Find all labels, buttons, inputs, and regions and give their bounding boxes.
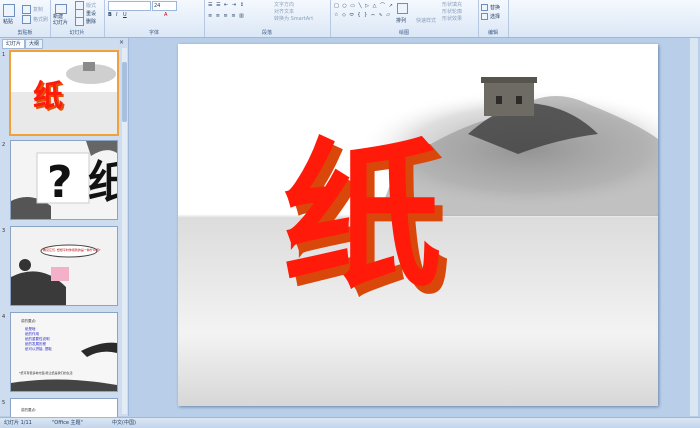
format-painter-button[interactable]: 格式刷 — [22, 15, 48, 24]
align-buttons[interactable]: ≡ ≡ ≡ ≡ ▥ — [208, 13, 245, 19]
slide-number: 3 — [2, 228, 6, 234]
brush-icon — [22, 15, 31, 24]
paste-button[interactable] — [3, 4, 17, 17]
editing-group: 替换 选择 编辑 — [478, 0, 509, 37]
slide-5-heading: 讲的要点: — [21, 408, 37, 412]
delete-button[interactable]: 删除 — [75, 17, 96, 26]
tower-window — [496, 96, 502, 104]
delete-label: 删除 — [86, 19, 97, 25]
replace-label: 替换 — [490, 5, 501, 11]
watchtower — [484, 82, 534, 116]
paragraph-group: ☰ ☰ ⇤ ⇥ ↕ ≡ ≡ ≡ ≡ ▥ 文字方向 对齐文本 转换为 SmartA… — [204, 0, 331, 37]
arrange-label: 排列 — [396, 18, 407, 24]
slide-thumbnail-3[interactable]: 看见它们, 想想平时你用到的是一种什么纸? — [10, 226, 118, 306]
bold-button[interactable]: B — [108, 12, 112, 18]
select-icon — [481, 13, 488, 20]
font-label: 字体 — [148, 30, 159, 36]
new-slide-button[interactable] — [55, 4, 69, 14]
new-slide-label: 新建 幻灯片 — [53, 14, 69, 26]
slides-group: 新建 幻灯片 版式 重设 删除 幻灯片 — [50, 0, 105, 37]
replace-button[interactable]: 替换 — [481, 4, 500, 11]
thumbnail-scrollbar[interactable] — [122, 48, 127, 414]
list-buttons[interactable]: ☰ ☰ ⇤ ⇥ ↕ — [208, 2, 245, 8]
shapes-gallery[interactable]: □ ○ ▭ ╲ ▷ △ ⌒ ↗ — [334, 2, 394, 9]
tower-window — [516, 96, 522, 104]
drawing-group: □ ○ ▭ ╲ ▷ △ ⌒ ↗ ☆ ◇ ⬭ { } ⌒ ∿ ▱ 排列 快速样式 … — [330, 0, 479, 37]
watchtower-top — [481, 77, 537, 83]
paste-icon — [3, 4, 15, 17]
shape-effects-button[interactable]: 形状效果 — [442, 15, 462, 22]
clipboard-label: 剪贴板 — [17, 30, 33, 36]
shapes-gallery-row2[interactable]: ☆ ◇ ⬭ { } ⌒ ∿ ▱ — [334, 12, 391, 18]
slide-1-main-art: 纸 纸 — [282, 77, 658, 318]
copy-icon — [22, 5, 31, 14]
slides-pane: 幻灯片 大纲 × 1 纸 纸 2 ? 纸 3 看见它们, 想想平时你用到 — [0, 38, 129, 418]
slide-number: 5 — [2, 400, 6, 406]
slide-thumbnail-1[interactable]: 纸 纸 — [9, 50, 119, 136]
slides-label: 幻灯片 — [69, 30, 85, 36]
shape-fill-button[interactable]: 形状填充 — [442, 1, 462, 8]
slide-canvas[interactable]: 纸 纸 — [178, 44, 658, 406]
slide-4-list: 纸是啥 纸的作用 纸的重要性说明 纸的发展历程 纸可以拼接, 提取 — [25, 327, 52, 352]
tab-slides[interactable]: 幻灯片 — [2, 39, 26, 49]
editor-scrollbar[interactable] — [690, 38, 698, 416]
slide-number: 2 — [2, 142, 6, 148]
paste-label: 粘贴 — [3, 19, 14, 25]
slide-1-title: 纸 — [33, 79, 63, 114]
italic-button[interactable]: I — [116, 12, 117, 18]
slide-thumbnail-2[interactable]: ? 纸 — [10, 140, 118, 220]
delete-icon — [75, 17, 84, 26]
slide-3-art — [11, 227, 117, 305]
slide-2-question: ? 纸 — [47, 157, 117, 208]
slide-thumbnail-5[interactable]: 讲的要点: — [10, 398, 118, 418]
font-size-field[interactable]: 24 — [152, 1, 177, 11]
copy-label: 复制 — [33, 7, 44, 13]
select-button[interactable]: 选择 — [481, 13, 500, 20]
shape-outline-button[interactable]: 形状轮廓 — [442, 8, 462, 15]
tab-outline[interactable]: 大纲 — [25, 39, 44, 49]
quick-styles-button[interactable]: 快速样式 — [416, 17, 436, 24]
arrange-icon — [397, 3, 408, 14]
font-name-field[interactable] — [108, 1, 151, 11]
slide-thumbnail-4[interactable]: 讲的要点: 纸是啥 纸的作用 纸的重要性说明 纸的发展历程 纸可以拼接, 提取 … — [10, 312, 118, 392]
slide-4-heading: 讲的要点: — [21, 319, 37, 323]
slide-3-bubble-text: 看见它们, 想想平时你用到的是一种什么纸? — [43, 248, 101, 252]
paragraph-label: 段落 — [261, 30, 272, 36]
copy-button[interactable]: 复制 — [22, 5, 43, 14]
replace-icon — [481, 4, 488, 11]
text-direction-button[interactable]: 文字方向 — [274, 1, 294, 8]
format-painter-label: 格式刷 — [33, 17, 49, 23]
slide-2-art: ? 纸 — [11, 141, 117, 219]
status-bar: 幻灯片 1/11 "Office 主题" 中文(中国) — [0, 417, 700, 428]
underline-button[interactable]: U — [123, 12, 127, 18]
smartart-label: 转换为 SmartArt — [274, 16, 314, 22]
slide-title: 纸 — [282, 123, 442, 310]
font-group: 24 B I U A 字体 — [104, 0, 205, 37]
drawing-label: 绘图 — [398, 30, 409, 36]
slide-4-line: 纸可以拼接, 提取 — [25, 347, 52, 351]
slide-4-note: *纸可有很多种方面,能让纸是我们的生活 — [19, 371, 73, 375]
clipboard-group: 粘贴 复制 格式刷 剪贴板 — [0, 0, 51, 37]
font-color-button[interactable]: A — [164, 12, 167, 18]
close-icon[interactable]: × — [119, 39, 124, 46]
select-label: 选择 — [490, 14, 501, 20]
slide-number: 1 — [2, 52, 6, 58]
slide-4-art — [11, 342, 117, 391]
editing-label: 编辑 — [487, 30, 498, 36]
slide-number: 4 — [2, 314, 6, 320]
arrange-button[interactable] — [397, 3, 410, 14]
scrollbar-thumb[interactable] — [122, 62, 127, 122]
ribbon: 粘贴 复制 格式刷 剪贴板 新建 幻灯片 版式 重设 删除 幻灯片 24 B I… — [0, 0, 700, 38]
new-slide-icon — [55, 4, 67, 14]
slide-1-art: 纸 纸 — [11, 62, 117, 134]
align-text-button[interactable]: 对齐文本 — [274, 8, 294, 15]
smartart-button[interactable]: 转换为 SmartArt — [274, 15, 313, 22]
